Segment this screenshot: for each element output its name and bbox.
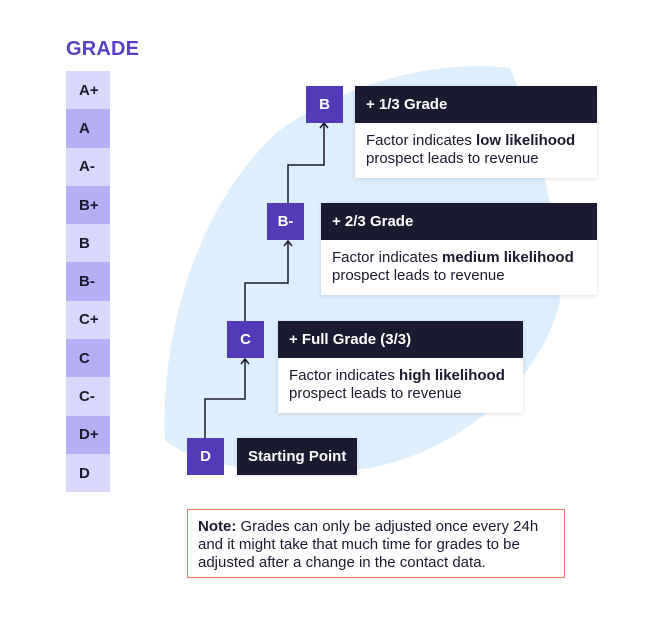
card-two-thirds-grade: + 2/3 Grade Factor indicates medium like… (321, 203, 597, 295)
note-label: Note: (198, 518, 237, 535)
desc-emphasis: high likelihood (399, 367, 505, 384)
card-description: Factor indicates medium likelihood prosp… (321, 240, 597, 295)
desc-text: prospect leads to revenue (366, 150, 539, 167)
card-header: + 1/3 Grade (355, 86, 597, 123)
desc-text: Factor indicates (332, 249, 443, 266)
node-grade-b-minus: B- (267, 203, 304, 240)
note-box: Note: Grades can only be adjusted once e… (187, 509, 565, 578)
desc-emphasis: medium likelihood (442, 249, 574, 266)
node-grade-d: D (187, 438, 224, 475)
card-header: + Full Grade (3/3) (278, 321, 523, 358)
card-header: + 2/3 Grade (321, 203, 597, 240)
desc-text: prospect leads to revenue (332, 267, 505, 284)
card-description: Factor indicates low likelihood prospect… (355, 123, 597, 178)
connector-d-to-c (204, 360, 246, 438)
desc-emphasis: low likelihood (476, 132, 576, 149)
connector-c-to-bminus (244, 242, 289, 321)
desc-text: Factor indicates (289, 367, 400, 384)
starting-point-label: Starting Point (237, 438, 358, 475)
connector-bminus-to-b (287, 124, 325, 203)
desc-text: Factor indicates (366, 132, 477, 149)
node-grade-b: B (306, 86, 343, 123)
desc-text: prospect leads to revenue (289, 385, 462, 402)
card-one-third-grade: + 1/3 Grade Factor indicates low likelih… (355, 86, 597, 178)
card-full-grade: + Full Grade (3/3) Factor indicates high… (278, 321, 523, 413)
note-text: Grades can only be adjusted once every 2… (198, 518, 539, 571)
card-description: Factor indicates high likelihood prospec… (278, 358, 523, 413)
node-grade-c: C (227, 321, 264, 358)
